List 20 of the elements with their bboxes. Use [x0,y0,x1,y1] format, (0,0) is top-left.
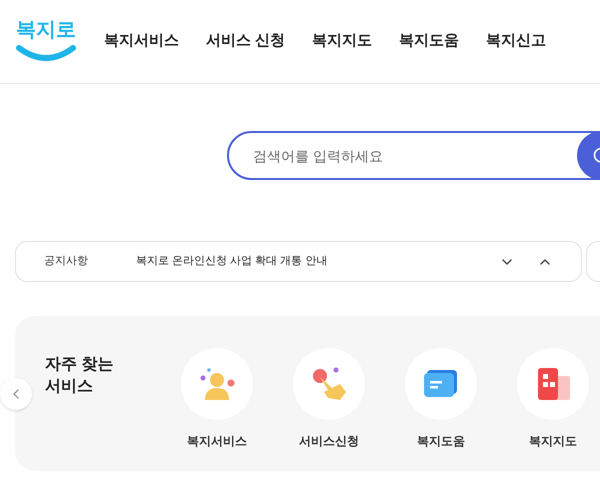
nav-link[interactable]: 서비스 신청 [206,30,286,53]
service-link[interactable]: 복지도움 [405,348,477,471]
building-icon [536,366,570,402]
service-label: 복지지도 [529,433,577,450]
nav-link[interactable]: 복지도움 [399,30,460,53]
pointing-hand-icon [310,366,348,402]
service-label: 복지서비스 [187,433,247,450]
service-label: 서비스신청 [299,433,359,450]
services-title: 자주 찾는 서비스 [45,355,114,397]
nav-link[interactable]: 복지신고 [486,30,546,53]
service-link[interactable]: 복지지도 [517,348,589,471]
notice-label: 공지사항 [44,254,89,270]
service-label: 복지도움 [417,433,465,450]
person-icon [199,366,235,402]
message-icon [423,368,459,400]
notice-link[interactable]: 복지로 온라인신청 사업 확대 개통 안내 [136,253,328,270]
service-link[interactable]: 복지서비스 [181,348,253,471]
service-link[interactable]: 서비스신청 [293,348,365,471]
nav-link[interactable]: 복지지도 [312,30,372,53]
nav-link[interactable]: 복지서비스 [104,30,179,53]
